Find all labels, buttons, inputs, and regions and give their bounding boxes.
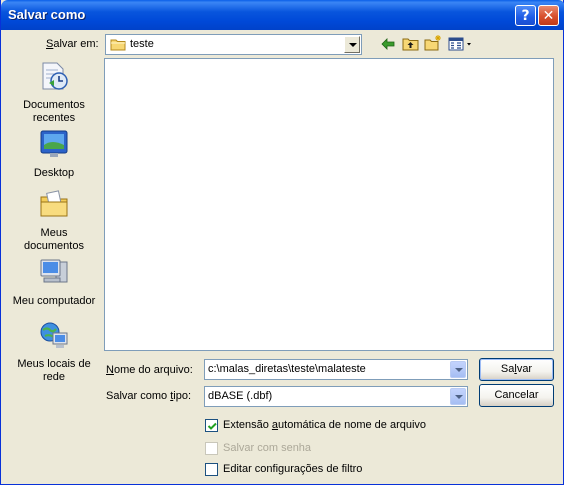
recent-documents-icon — [11, 60, 97, 96]
edit-filter-checkbox[interactable] — [205, 463, 218, 476]
place-label: documentos — [24, 240, 84, 252]
place-label: Meus — [40, 227, 68, 239]
filename-label: Nome do arquivo: — [106, 364, 193, 376]
close-button[interactable]: ✕ — [538, 5, 559, 26]
help-button[interactable]: ? — [515, 5, 536, 26]
save-password-checkbox — [205, 442, 218, 455]
place-recent-documents[interactable]: Documentos recentes — [11, 60, 97, 125]
filetype-label: Salvar como tipo: — [106, 390, 192, 402]
desktop-icon — [11, 128, 97, 164]
views-menu-icon[interactable] — [448, 37, 474, 54]
filetype-value: dBASE (.dbf) — [208, 390, 273, 402]
network-places-icon — [11, 319, 97, 355]
place-label: rede — [42, 371, 66, 383]
save-in-label: Salvar em: — [46, 38, 99, 50]
chevron-down-icon[interactable] — [450, 361, 466, 378]
checkmark-icon — [207, 422, 217, 430]
place-label: Documentos — [23, 99, 85, 111]
place-my-documents[interactable]: Meus documentos — [11, 188, 97, 253]
new-folder-icon[interactable] — [424, 35, 442, 54]
close-icon: ✕ — [542, 7, 555, 24]
title-bar[interactable]: Salvar como ? ✕ — [1, 0, 564, 30]
filetype-dropdown[interactable]: dBASE (.dbf) — [204, 386, 468, 407]
auto-extension-checkbox[interactable] — [205, 419, 218, 432]
place-label: Meu computador — [12, 295, 96, 307]
place-desktop[interactable]: Desktop — [11, 128, 97, 180]
save-in-dropdown[interactable]: teste — [105, 34, 362, 55]
help-icon: ? — [521, 7, 530, 24]
place-label: recentes — [32, 112, 76, 124]
save-password-label: Salvar com senha — [223, 442, 312, 454]
my-computer-icon — [11, 256, 97, 292]
place-label: Desktop — [33, 167, 75, 179]
window-title: Salvar como — [8, 7, 86, 22]
back-arrow-icon[interactable] — [381, 38, 395, 53]
place-my-computer[interactable]: Meu computador — [11, 256, 97, 308]
auto-extension-label[interactable]: Extensão automática de nome de arquivo — [223, 419, 426, 431]
save-button[interactable]: Salvar — [479, 358, 554, 381]
chevron-down-icon[interactable] — [450, 388, 466, 405]
my-documents-icon — [11, 188, 97, 224]
places-bar: Documentos recentes Desktop Meus documen… — [11, 58, 97, 388]
filename-value: c:\malas_diretas\teste\malateste — [208, 363, 366, 375]
up-folder-icon[interactable] — [402, 36, 419, 54]
cancel-button[interactable]: Cancelar — [479, 384, 554, 407]
place-label: Meus locais de — [17, 358, 91, 370]
filename-input[interactable]: c:\malas_diretas\teste\malateste — [204, 359, 468, 380]
save-in-value: teste — [130, 38, 154, 50]
folder-icon — [110, 38, 126, 54]
chevron-down-icon[interactable] — [344, 36, 360, 53]
edit-filter-label[interactable]: Editar configurações de filtro — [223, 463, 362, 475]
save-as-dialog: Salvar como ? ✕ Salvar em: teste Documen… — [0, 0, 564, 485]
place-network-places[interactable]: Meus locais de rede — [11, 319, 97, 384]
file-list[interactable] — [104, 58, 554, 351]
